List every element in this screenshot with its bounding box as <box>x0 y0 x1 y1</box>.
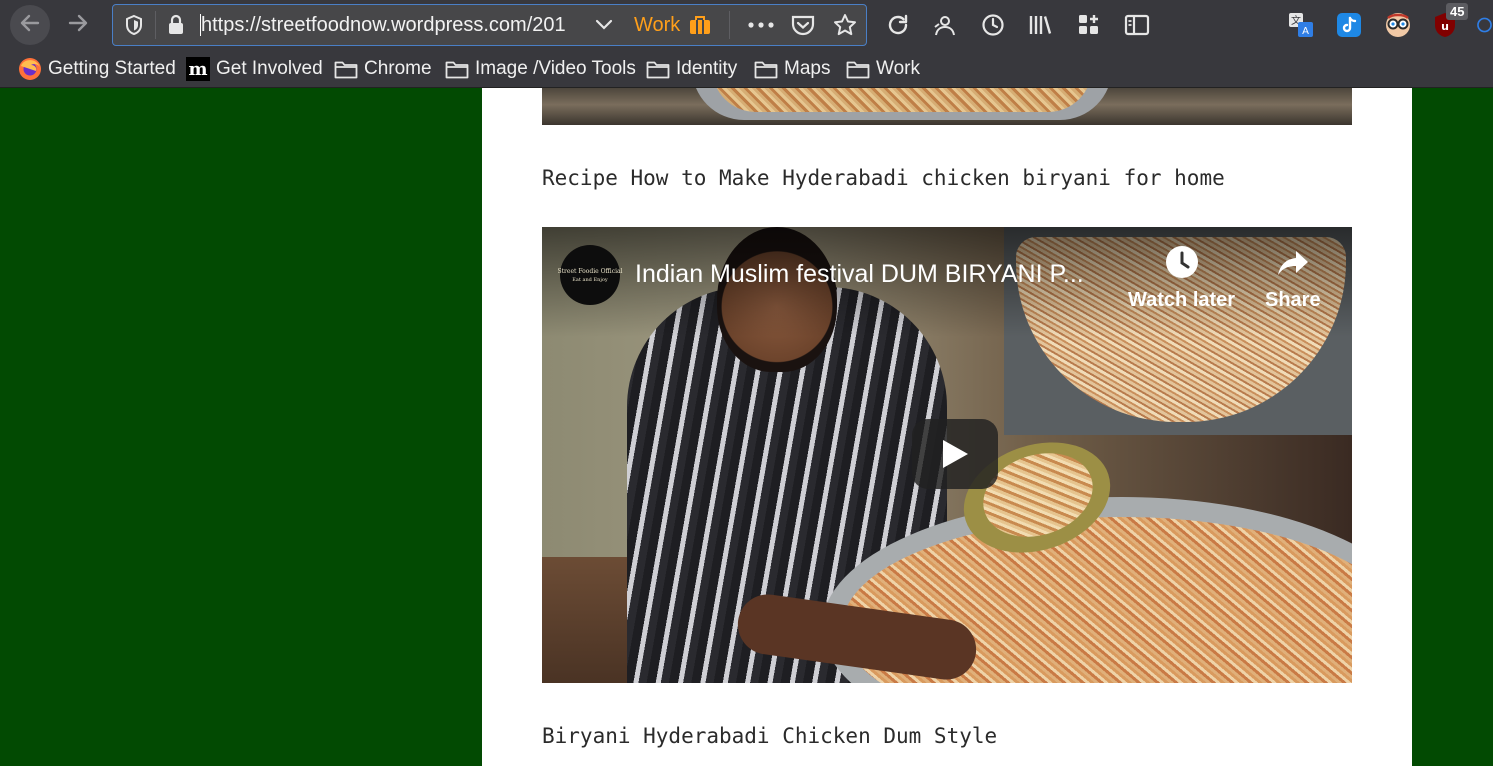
chevron-down-icon[interactable] <box>593 5 615 45</box>
bookmark-label: Getting Started <box>48 58 176 79</box>
history-icon[interactable] <box>976 8 1010 42</box>
bookmark-label: Chrome <box>364 58 432 79</box>
reload-icon[interactable] <box>881 8 915 42</box>
folder-icon <box>846 57 870 81</box>
post-content: Recipe How to Make Hyderabadi chicken bi… <box>482 88 1412 766</box>
share-arrow-icon <box>1277 251 1308 275</box>
bookmark-label: Image /Video Tools <box>475 58 636 79</box>
folder-icon <box>445 57 469 81</box>
bookmark-getting-started[interactable]: Getting Started <box>18 50 176 88</box>
glasses-icon[interactable] <box>1381 8 1415 42</box>
forward-arrow-icon <box>66 11 90 40</box>
bookmark-label: Maps <box>784 58 831 79</box>
forward-button[interactable] <box>58 5 98 45</box>
library-icon[interactable] <box>1024 8 1058 42</box>
back-arrow-icon <box>18 11 42 40</box>
tiktok-icon[interactable] <box>1332 8 1366 42</box>
extension-badge: 45 <box>1446 3 1469 20</box>
svg-text:A: A <box>1302 26 1309 37</box>
bookmark-folder-identity[interactable]: Identity <box>646 50 737 88</box>
folder-icon <box>646 57 670 81</box>
channel-avatar[interactable]: Street Foodie Official Eat and Enjoy <box>557 245 623 305</box>
watch-later-button[interactable]: Watch later <box>1128 245 1235 312</box>
biryani-pot-image <box>542 88 1352 125</box>
svg-text:u: u <box>1441 20 1449 33</box>
post-caption: Biryani Hyderabadi Chicken Dum Style <box>542 724 998 748</box>
more-icon[interactable] <box>745 5 777 45</box>
bookmark-folder-chrome[interactable]: Chrome <box>334 50 432 88</box>
firefox-icon <box>18 57 42 81</box>
folder-icon <box>334 57 358 81</box>
mozilla-icon: m <box>186 57 210 81</box>
bookmark-folder-maps[interactable]: Maps <box>754 50 830 88</box>
extensions-icon[interactable] <box>1072 8 1106 42</box>
browser-toolbar: https://streetfoodnow.wordpress.com/201 … <box>0 0 1493 50</box>
video-title[interactable]: Indian Muslim festival DUM BIRYANI P... <box>635 260 1115 289</box>
url-separator <box>155 11 156 39</box>
url-separator <box>729 11 730 39</box>
play-icon <box>943 440 968 468</box>
bookmarks-bar: Getting Started m Get Involved Chrome Im… <box>0 50 1493 88</box>
url-bar[interactable]: https://streetfoodnow.wordpress.com/201 … <box>112 4 867 46</box>
play-button[interactable] <box>912 419 998 489</box>
overflow-extension-icon[interactable] <box>1476 8 1493 42</box>
briefcase-icon <box>687 5 713 45</box>
bookmark-folder-work[interactable]: Work <box>846 50 920 88</box>
channel-tagline: Eat and Enjoy <box>572 276 608 283</box>
svg-text:m: m <box>188 59 207 80</box>
youtube-embed[interactable]: Street Foodie Official Eat and Enjoy Ind… <box>542 227 1352 683</box>
channel-name: Street Foodie Official <box>557 267 623 275</box>
container-label[interactable]: Work <box>634 14 680 36</box>
clock-icon <box>1165 246 1198 278</box>
share-label: Share <box>1265 289 1321 311</box>
bookmark-label: Work <box>876 58 920 79</box>
folder-icon <box>754 57 778 81</box>
sidebar-icon[interactable] <box>1120 8 1154 42</box>
bookmark-folder-image-video-tools[interactable]: Image /Video Tools <box>445 50 636 88</box>
rice-shape <box>712 88 1092 112</box>
url-text[interactable]: https://streetfoodnow.wordpress.com/201 <box>201 14 597 36</box>
back-button[interactable] <box>10 5 50 45</box>
bookmark-label: Get Involved <box>216 58 323 79</box>
reader-icon[interactable] <box>928 8 962 42</box>
star-icon[interactable] <box>829 5 861 45</box>
post-caption: Recipe How to Make Hyderabadi chicken bi… <box>542 166 1225 190</box>
shield-icon[interactable] <box>119 5 149 45</box>
share-button[interactable]: Share <box>1265 245 1321 312</box>
bookmark-get-involved[interactable]: m Get Involved <box>186 50 323 88</box>
translate-icon[interactable]: 文A <box>1284 8 1318 42</box>
watch-later-label: Watch later <box>1128 289 1236 311</box>
lock-icon[interactable] <box>161 5 191 45</box>
bookmark-label: Identity <box>676 58 738 79</box>
pocket-icon[interactable] <box>787 5 819 45</box>
